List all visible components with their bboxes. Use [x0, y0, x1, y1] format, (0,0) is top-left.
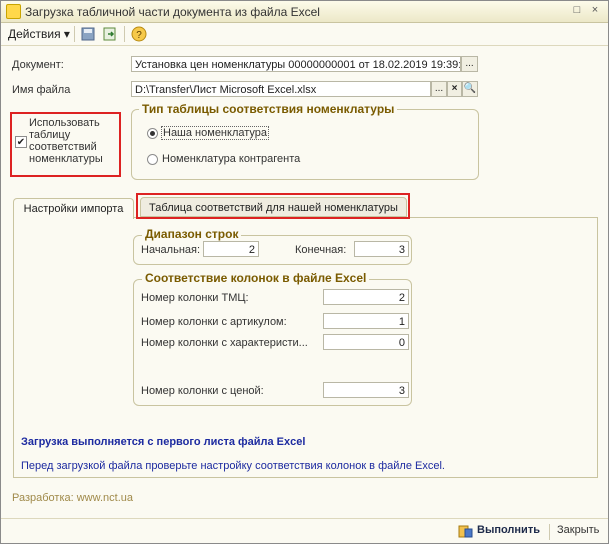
column-price-field[interactable]: 3 — [323, 382, 409, 398]
developer-text: Разработка: www.nct.ua — [12, 492, 133, 504]
help-icon[interactable]: ? — [131, 26, 147, 42]
radio-our-nomenclature[interactable] — [147, 128, 158, 139]
footer-bar: Выполнить Закрыть — [1, 518, 608, 544]
actions-label: Действия — [8, 27, 61, 41]
import-icon[interactable] — [102, 26, 118, 42]
save-icon[interactable] — [80, 26, 96, 42]
column-tmc-label: Номер колонки ТМЦ: — [141, 292, 249, 304]
maximize-icon[interactable]: □ — [570, 4, 584, 17]
end-row-field[interactable]: 3 — [354, 241, 409, 257]
rows-range-title: Диапазон строк — [142, 227, 242, 241]
column-price-label: Номер колонки с ценой: — [141, 385, 264, 397]
column-characteristic-label: Номер колонки с характеристи... — [141, 337, 308, 349]
svg-text:?: ? — [136, 30, 142, 41]
file-label: Имя файла — [12, 84, 71, 96]
app-icon — [6, 4, 21, 19]
columns-title: Соответствие колонок в файле Excel — [142, 271, 370, 285]
radio-contractor-nomenclature-label[interactable]: Номенклатура контрагента — [162, 153, 300, 165]
footer-divider — [549, 524, 550, 540]
radio-our-nomenclature-label[interactable]: Наша номенклатура — [160, 126, 270, 140]
run-icon — [458, 525, 473, 538]
title-bar: Загрузка табличной части документа из фа… — [1, 1, 608, 23]
end-row-label: Конечная: — [295, 244, 347, 256]
window-title: Загрузка табличной части документа из фа… — [25, 5, 320, 19]
document-select-button[interactable]: ... — [461, 56, 478, 72]
info-bold-text: Загрузка выполняется с первого листа фай… — [21, 436, 306, 448]
start-row-label: Начальная: — [141, 244, 201, 256]
table-type-title: Тип таблицы соответствия номенклатуры — [139, 102, 398, 116]
run-button[interactable]: Выполнить — [477, 524, 540, 536]
start-row-field[interactable]: 2 — [203, 241, 259, 257]
mapping-tab-highlight — [136, 193, 410, 219]
close-icon[interactable]: × — [588, 4, 602, 17]
use-table-checkbox[interactable]: ✔ — [15, 136, 27, 148]
table-type-group — [131, 109, 479, 180]
radio-contractor-nomenclature[interactable] — [147, 154, 158, 165]
toolbar: Действия ▾ ? — [1, 23, 608, 46]
use-table-label: Использовать таблицу соответствий номенк… — [29, 117, 103, 165]
dialog-window: Загрузка табличной части документа из фа… — [0, 0, 609, 544]
column-tmc-field[interactable]: 2 — [323, 289, 409, 305]
actions-menu[interactable]: Действия ▾ — [8, 27, 70, 41]
clear-icon[interactable]: × — [447, 81, 462, 97]
chevron-down-icon: ▾ — [63, 27, 70, 41]
info-text: Перед загрузкой файла проверьте настройк… — [21, 460, 445, 472]
tab-import-settings[interactable]: Настройки импорта — [13, 198, 134, 219]
document-label: Документ: — [12, 59, 64, 71]
document-field[interactable]: Установка цен номенклатуры 00000000001 о… — [131, 56, 461, 72]
column-article-field[interactable]: 1 — [323, 313, 409, 329]
toolbar-divider — [74, 26, 75, 42]
open-file-icon[interactable]: 🔍 — [462, 81, 478, 97]
column-article-label: Номер колонки с артикулом: — [141, 316, 287, 328]
toolbar-divider — [124, 26, 125, 42]
file-path-field[interactable]: D:\Transfer\Лист Microsoft Excel.xlsx — [131, 81, 431, 97]
file-select-button[interactable]: ... — [431, 81, 447, 97]
column-characteristic-field[interactable]: 0 — [323, 334, 409, 350]
close-button[interactable]: Закрыть — [557, 524, 599, 536]
